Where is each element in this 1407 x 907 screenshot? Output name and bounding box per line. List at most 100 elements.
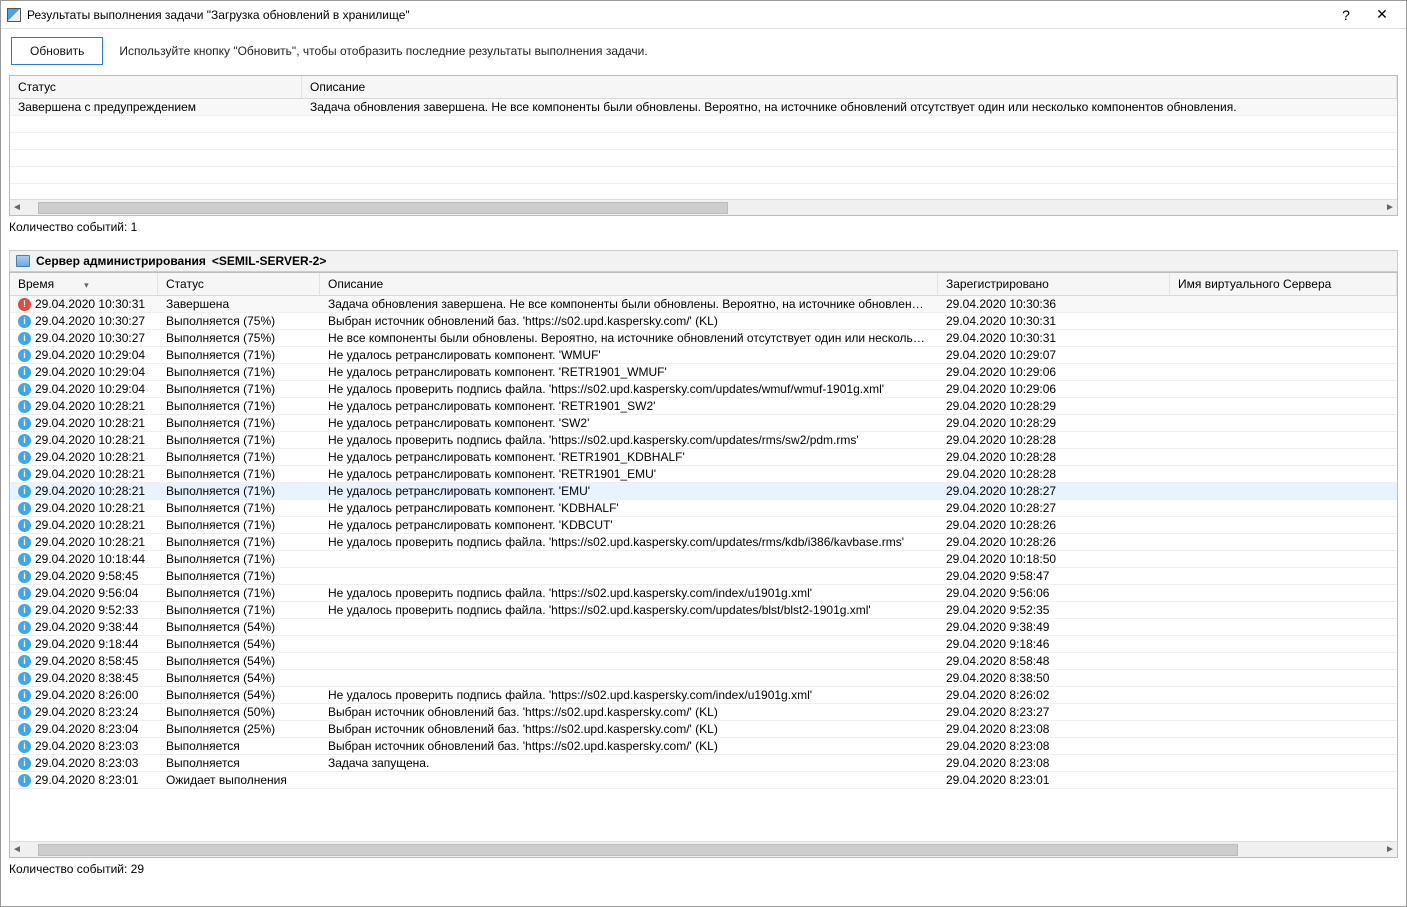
event-status: Выполняется (71%) [158, 381, 320, 397]
server-icon [16, 255, 30, 267]
table-row[interactable]: i29.04.2020 8:23:04Выполняется (25%)Выбр… [10, 721, 1397, 738]
help-button[interactable]: ? [1328, 3, 1364, 27]
event-status: Выполняется (75%) [158, 330, 320, 346]
event-registered: 29.04.2020 8:23:08 [938, 755, 1170, 771]
event-time: 29.04.2020 10:28:21 [35, 450, 145, 464]
event-time: 29.04.2020 9:56:04 [35, 586, 138, 600]
event-time: 29.04.2020 9:18:44 [35, 637, 138, 651]
table-row[interactable]: i29.04.2020 8:23:03ВыполняетсяЗадача зап… [10, 755, 1397, 772]
table-row[interactable]: i29.04.2020 10:28:21Выполняется (71%)Не … [10, 432, 1397, 449]
col-header-virtual[interactable]: Имя виртуального Сервера [1170, 273, 1397, 295]
info-icon: i [18, 485, 31, 498]
event-virtual [1170, 473, 1397, 475]
event-registered: 29.04.2020 10:29:07 [938, 347, 1170, 363]
server-label-prefix: Сервер администрирования [36, 254, 206, 268]
table-row[interactable]: i29.04.2020 10:29:04Выполняется (71%)Не … [10, 364, 1397, 381]
table-row[interactable]: i29.04.2020 8:38:45Выполняется (54%)29.0… [10, 670, 1397, 687]
col-header-status[interactable]: Статус [10, 76, 302, 98]
empty-row [10, 116, 1397, 133]
table-row[interactable]: i29.04.2020 10:29:04Выполняется (71%)Не … [10, 381, 1397, 398]
scroll-thumb[interactable] [38, 202, 728, 214]
refresh-button[interactable]: Обновить [11, 37, 103, 65]
table-row[interactable]: i29.04.2020 10:28:21Выполняется (71%)Не … [10, 466, 1397, 483]
table-row[interactable]: i29.04.2020 10:30:27Выполняется (75%)Не … [10, 330, 1397, 347]
info-icon: i [18, 451, 31, 464]
event-time: 29.04.2020 10:28:21 [35, 518, 145, 532]
empty-row [10, 133, 1397, 150]
scroll-left-icon[interactable]: ◄ [10, 844, 24, 855]
summary-hscroll[interactable]: ◄ ► [10, 199, 1397, 215]
server-section-header[interactable]: Сервер администрирования <SEMIL-SERVER-2… [9, 250, 1398, 272]
event-status: Выполняется (54%) [158, 653, 320, 669]
event-virtual [1170, 728, 1397, 730]
event-registered: 29.04.2020 8:23:08 [938, 738, 1170, 754]
event-status: Выполняется (71%) [158, 534, 320, 550]
info-icon: i [18, 774, 31, 787]
event-status: Выполняется (71%) [158, 364, 320, 380]
table-row[interactable]: !29.04.2020 10:30:31ЗавершенаЗадача обно… [10, 296, 1397, 313]
event-status: Выполняется (50%) [158, 704, 320, 720]
table-row[interactable]: i29.04.2020 9:38:44Выполняется (54%)29.0… [10, 619, 1397, 636]
table-row[interactable]: i29.04.2020 8:58:45Выполняется (54%)29.0… [10, 653, 1397, 670]
scroll-right-icon[interactable]: ► [1383, 844, 1397, 855]
table-row[interactable]: i29.04.2020 10:29:04Выполняется (71%)Не … [10, 347, 1397, 364]
col-header-description[interactable]: Описание [302, 76, 1397, 98]
table-row[interactable]: i29.04.2020 10:28:21Выполняется (71%)Не … [10, 483, 1397, 500]
event-registered: 29.04.2020 10:30:31 [938, 313, 1170, 329]
event-time: 29.04.2020 8:38:45 [35, 671, 138, 685]
event-time: 29.04.2020 10:30:31 [35, 297, 145, 311]
summary-row[interactable]: Завершена с предупреждением Задача обнов… [10, 99, 1397, 116]
event-description: Не удалось ретранслировать компонент. 'R… [320, 449, 938, 465]
event-registered: 29.04.2020 10:28:29 [938, 398, 1170, 414]
event-status: Выполняется (25%) [158, 721, 320, 737]
event-description: Не удалось ретранслировать компонент. 'R… [320, 364, 938, 380]
table-row[interactable]: i29.04.2020 8:23:03ВыполняетсяВыбран ист… [10, 738, 1397, 755]
info-icon: i [18, 570, 31, 583]
summary-description: Задача обновления завершена. Не все комп… [302, 99, 1397, 115]
event-time: 29.04.2020 10:28:21 [35, 416, 145, 430]
event-time: 29.04.2020 10:30:27 [35, 331, 145, 345]
table-row[interactable]: i29.04.2020 9:58:45Выполняется (71%)29.0… [10, 568, 1397, 585]
col-header-description[interactable]: Описание [320, 273, 938, 295]
info-icon: i [18, 604, 31, 617]
events-body[interactable]: !29.04.2020 10:30:31ЗавершенаЗадача обно… [10, 296, 1397, 841]
toolbar: Обновить Используйте кнопку "Обновить", … [1, 29, 1406, 73]
table-row[interactable]: i29.04.2020 9:52:33Выполняется (71%)Не у… [10, 602, 1397, 619]
event-virtual [1170, 439, 1397, 441]
close-button[interactable]: ✕ [1364, 3, 1400, 27]
event-status: Выполняется (54%) [158, 636, 320, 652]
scroll-left-icon[interactable]: ◄ [10, 202, 24, 213]
event-description: Выбран источник обновлений баз. 'https:/… [320, 704, 938, 720]
event-virtual [1170, 456, 1397, 458]
event-description: Не удалось ретранслировать компонент. 'K… [320, 500, 938, 516]
table-row[interactable]: i29.04.2020 10:28:21Выполняется (71%)Не … [10, 449, 1397, 466]
event-virtual [1170, 762, 1397, 764]
col-header-status[interactable]: Статус [158, 273, 320, 295]
event-status: Выполняется (71%) [158, 551, 320, 567]
table-row[interactable]: i29.04.2020 10:28:21Выполняется (71%)Не … [10, 534, 1397, 551]
scroll-right-icon[interactable]: ► [1383, 202, 1397, 213]
table-row[interactable]: i29.04.2020 8:23:24Выполняется (50%)Выбр… [10, 704, 1397, 721]
table-row[interactable]: i29.04.2020 8:26:00Выполняется (54%)Не у… [10, 687, 1397, 704]
table-row[interactable]: i29.04.2020 9:56:04Выполняется (71%)Не у… [10, 585, 1397, 602]
event-description [320, 643, 938, 645]
table-row[interactable]: i29.04.2020 10:28:21Выполняется (71%)Не … [10, 517, 1397, 534]
event-virtual [1170, 541, 1397, 543]
event-time: 29.04.2020 10:28:21 [35, 433, 145, 447]
table-row[interactable]: i29.04.2020 10:30:27Выполняется (75%)Выб… [10, 313, 1397, 330]
table-row[interactable]: i29.04.2020 10:28:21Выполняется (71%)Не … [10, 415, 1397, 432]
col-header-time[interactable]: Время▾ [10, 273, 158, 295]
col-header-registered[interactable]: Зарегистрировано [938, 273, 1170, 295]
event-description: Не удалось проверить подпись файла. 'htt… [320, 602, 938, 618]
table-row[interactable]: i29.04.2020 8:23:01Ожидает выполнения29.… [10, 772, 1397, 789]
table-row[interactable]: i29.04.2020 10:28:21Выполняется (71%)Не … [10, 398, 1397, 415]
summary-count: Количество событий: 1 [1, 218, 1406, 236]
events-hscroll[interactable]: ◄ ► [10, 841, 1397, 857]
table-row[interactable]: i29.04.2020 10:28:21Выполняется (71%)Не … [10, 500, 1397, 517]
event-time: 29.04.2020 10:28:21 [35, 399, 145, 413]
event-description: Не удалось проверить подпись файла. 'htt… [320, 534, 938, 550]
table-row[interactable]: i29.04.2020 10:18:44Выполняется (71%)29.… [10, 551, 1397, 568]
table-row[interactable]: i29.04.2020 9:18:44Выполняется (54%)29.0… [10, 636, 1397, 653]
event-virtual [1170, 592, 1397, 594]
scroll-thumb[interactable] [38, 844, 1238, 856]
